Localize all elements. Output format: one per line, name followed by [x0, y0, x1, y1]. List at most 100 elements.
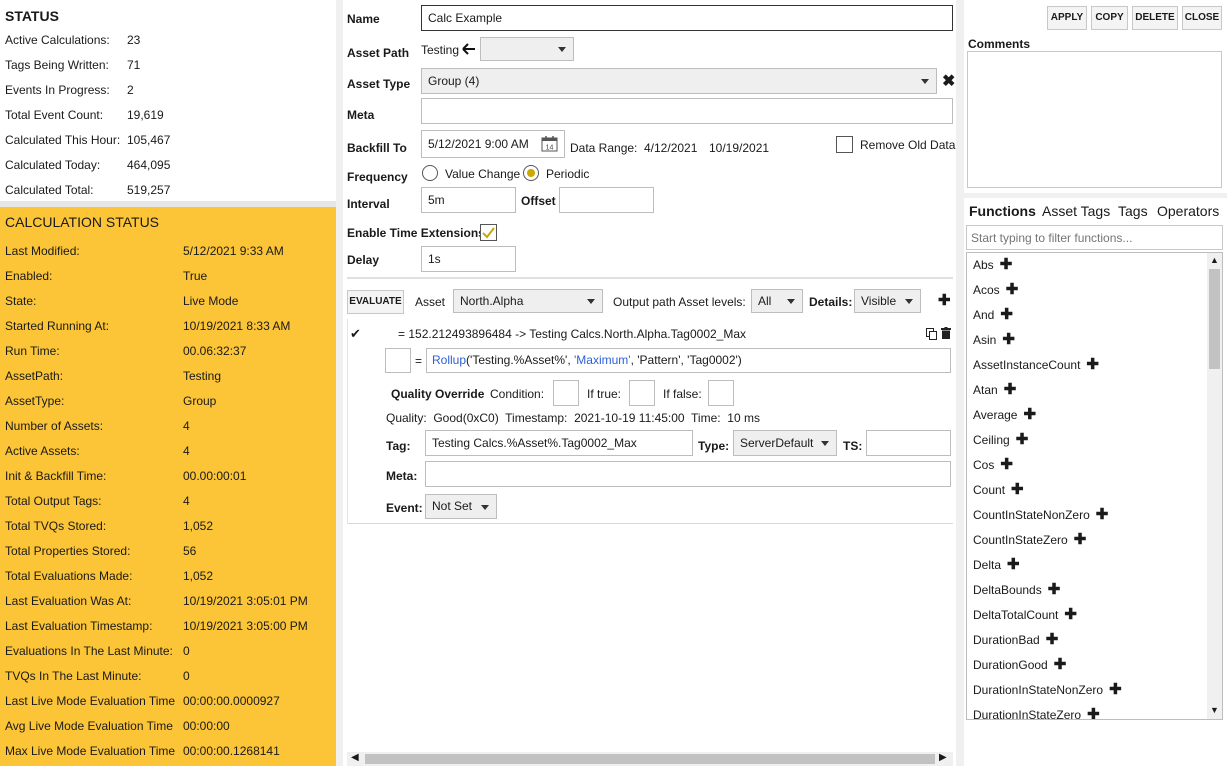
function-item[interactable]: Asin ✚ — [973, 328, 1015, 353]
tab-functions[interactable]: Functions — [969, 203, 1036, 219]
calc-status-row-value: 00:00:00.1268141 — [183, 744, 280, 758]
right-divider[interactable] — [964, 193, 1227, 198]
type-value: ServerDefault — [740, 436, 814, 450]
meta-input[interactable] — [421, 98, 953, 124]
function-item[interactable]: And ✚ — [973, 303, 1013, 328]
condition-input[interactable] — [553, 380, 579, 406]
comments-textarea[interactable] — [967, 51, 1222, 188]
add-function-plus-icon[interactable]: ✚ — [1074, 531, 1087, 548]
if-true-label: If true: — [587, 387, 622, 401]
add-function-plus-icon[interactable]: ✚ — [1007, 556, 1020, 573]
vertical-scrollbar[interactable]: ▲ ▼ — [1207, 253, 1222, 719]
enable-time-extensions-checkbox[interactable] — [480, 224, 497, 241]
close-button[interactable]: CLOSE — [1182, 6, 1222, 30]
column-separator[interactable] — [336, 0, 343, 766]
back-arrow-icon[interactable] — [462, 43, 476, 55]
asset-dropdown[interactable]: North.Alpha — [453, 289, 603, 313]
tag-input[interactable]: Testing Calcs.%Asset%.Tag0002_Max — [425, 430, 693, 456]
function-filter-input[interactable] — [966, 225, 1223, 250]
copy-button[interactable]: COPY — [1091, 6, 1128, 30]
delay-input[interactable]: 1s — [421, 246, 516, 272]
add-function-plus-icon[interactable]: ✚ — [1000, 306, 1013, 323]
function-item[interactable]: Ceiling ✚ — [973, 428, 1028, 453]
apply-button[interactable]: APPLY — [1047, 6, 1087, 30]
add-function-plus-icon[interactable]: ✚ — [1046, 631, 1059, 648]
function-item[interactable]: Abs ✚ — [973, 253, 1012, 278]
function-item[interactable]: CountInStateZero ✚ — [973, 528, 1086, 553]
add-function-plus-icon[interactable]: ✚ — [1096, 506, 1109, 523]
vertical-scroll-thumb[interactable] — [1209, 269, 1220, 369]
output-path-levels-dropdown[interactable]: All — [751, 289, 803, 313]
calc-status-row-label: Active Assets: — [5, 444, 80, 458]
clear-x-icon[interactable]: ✖ — [942, 71, 955, 91]
add-function-plus-icon[interactable]: ✚ — [1064, 606, 1077, 623]
function-item[interactable]: Delta ✚ — [973, 553, 1020, 578]
add-function-plus-icon[interactable]: ✚ — [1000, 456, 1013, 473]
interval-input[interactable]: 5m — [421, 187, 516, 213]
scroll-down-icon[interactable]: ▼ — [1210, 705, 1219, 715]
function-item[interactable]: DeltaTotalCount ✚ — [973, 603, 1077, 628]
delete-button[interactable]: DELETE — [1132, 6, 1178, 30]
add-expression-plus-icon[interactable]: ✚ — [938, 293, 951, 308]
scroll-left-icon[interactable]: ◀ — [351, 752, 359, 763]
function-item[interactable]: CountInStateNonZero ✚ — [973, 503, 1108, 528]
add-function-plus-icon[interactable]: ✚ — [1109, 681, 1122, 698]
function-item[interactable]: Atan ✚ — [973, 378, 1016, 403]
add-function-plus-icon[interactable]: ✚ — [1011, 481, 1024, 498]
add-function-plus-icon[interactable]: ✚ — [1023, 406, 1036, 423]
add-function-plus-icon[interactable]: ✚ — [1048, 581, 1061, 598]
trash-icon[interactable] — [941, 327, 951, 339]
tab-asset-tags[interactable]: Asset Tags — [1042, 203, 1110, 219]
add-function-plus-icon[interactable]: ✚ — [1004, 381, 1017, 398]
add-function-plus-icon[interactable]: ✚ — [1086, 356, 1099, 373]
if-false-input[interactable] — [708, 380, 734, 406]
function-item[interactable]: Acos ✚ — [973, 278, 1018, 303]
type-dropdown[interactable]: ServerDefault — [733, 430, 837, 456]
value-change-radio[interactable] — [422, 165, 438, 181]
function-item[interactable]: DeltaBounds ✚ — [973, 578, 1060, 603]
tab-operators[interactable]: Operators — [1157, 203, 1219, 219]
ts-label: TS: — [843, 439, 863, 453]
periodic-radio[interactable] — [523, 165, 539, 181]
function-item[interactable]: AssetInstanceCount ✚ — [973, 353, 1099, 378]
function-item[interactable]: DurationGood ✚ — [973, 653, 1066, 678]
function-item[interactable]: DurationInStateZero ✚ — [973, 703, 1100, 719]
expression-meta-input[interactable] — [425, 461, 951, 487]
calendar-icon[interactable]: 14 — [541, 135, 558, 152]
add-function-plus-icon[interactable]: ✚ — [1006, 281, 1019, 298]
offset-input[interactable] — [559, 187, 654, 213]
horizontal-scrollbar[interactable]: ◀ ▶ — [347, 752, 953, 766]
horizontal-scroll-thumb[interactable] — [365, 754, 935, 764]
add-function-plus-icon[interactable]: ✚ — [1002, 331, 1015, 348]
expression-prefix-input[interactable] — [385, 348, 411, 373]
remove-old-data-checkbox[interactable] — [836, 136, 853, 153]
status-row-value: 23 — [127, 33, 141, 47]
function-item[interactable]: DurationInStateNonZero ✚ — [973, 678, 1122, 703]
ts-input[interactable] — [866, 430, 951, 456]
name-input[interactable]: Calc Example — [421, 5, 953, 31]
details-dropdown[interactable]: Visible — [854, 289, 921, 313]
calc-status-row-value: 1,052 — [183, 519, 214, 533]
event-dropdown[interactable]: Not Set — [425, 494, 497, 519]
asset-path-dropdown[interactable] — [480, 37, 574, 61]
add-function-plus-icon[interactable]: ✚ — [1016, 431, 1029, 448]
function-item[interactable]: DurationBad ✚ — [973, 628, 1058, 653]
scroll-up-icon[interactable]: ▲ — [1210, 255, 1219, 265]
function-item[interactable]: Cos ✚ — [973, 453, 1013, 478]
evaluate-button[interactable]: EVALUATE — [347, 290, 404, 314]
column-separator[interactable] — [956, 0, 964, 766]
tab-tags[interactable]: Tags — [1118, 203, 1148, 219]
function-item[interactable]: Count ✚ — [973, 478, 1024, 503]
if-true-input[interactable] — [629, 380, 655, 406]
add-function-plus-icon[interactable]: ✚ — [1000, 256, 1013, 273]
function-item-label: DurationBad — [973, 633, 1040, 647]
copy-icon[interactable] — [926, 328, 937, 340]
function-item[interactable]: Average ✚ — [973, 403, 1036, 428]
expression-input[interactable]: Rollup('Testing.%Asset%', 'Maximum', 'Pa… — [426, 348, 951, 373]
svg-text:14: 14 — [546, 145, 554, 152]
asset-type-dropdown[interactable]: Group (4) — [421, 68, 937, 94]
add-function-plus-icon[interactable]: ✚ — [1054, 656, 1067, 673]
function-item-label: Acos — [973, 283, 1000, 297]
scroll-right-icon[interactable]: ▶ — [939, 752, 947, 763]
add-function-plus-icon[interactable]: ✚ — [1087, 706, 1100, 719]
